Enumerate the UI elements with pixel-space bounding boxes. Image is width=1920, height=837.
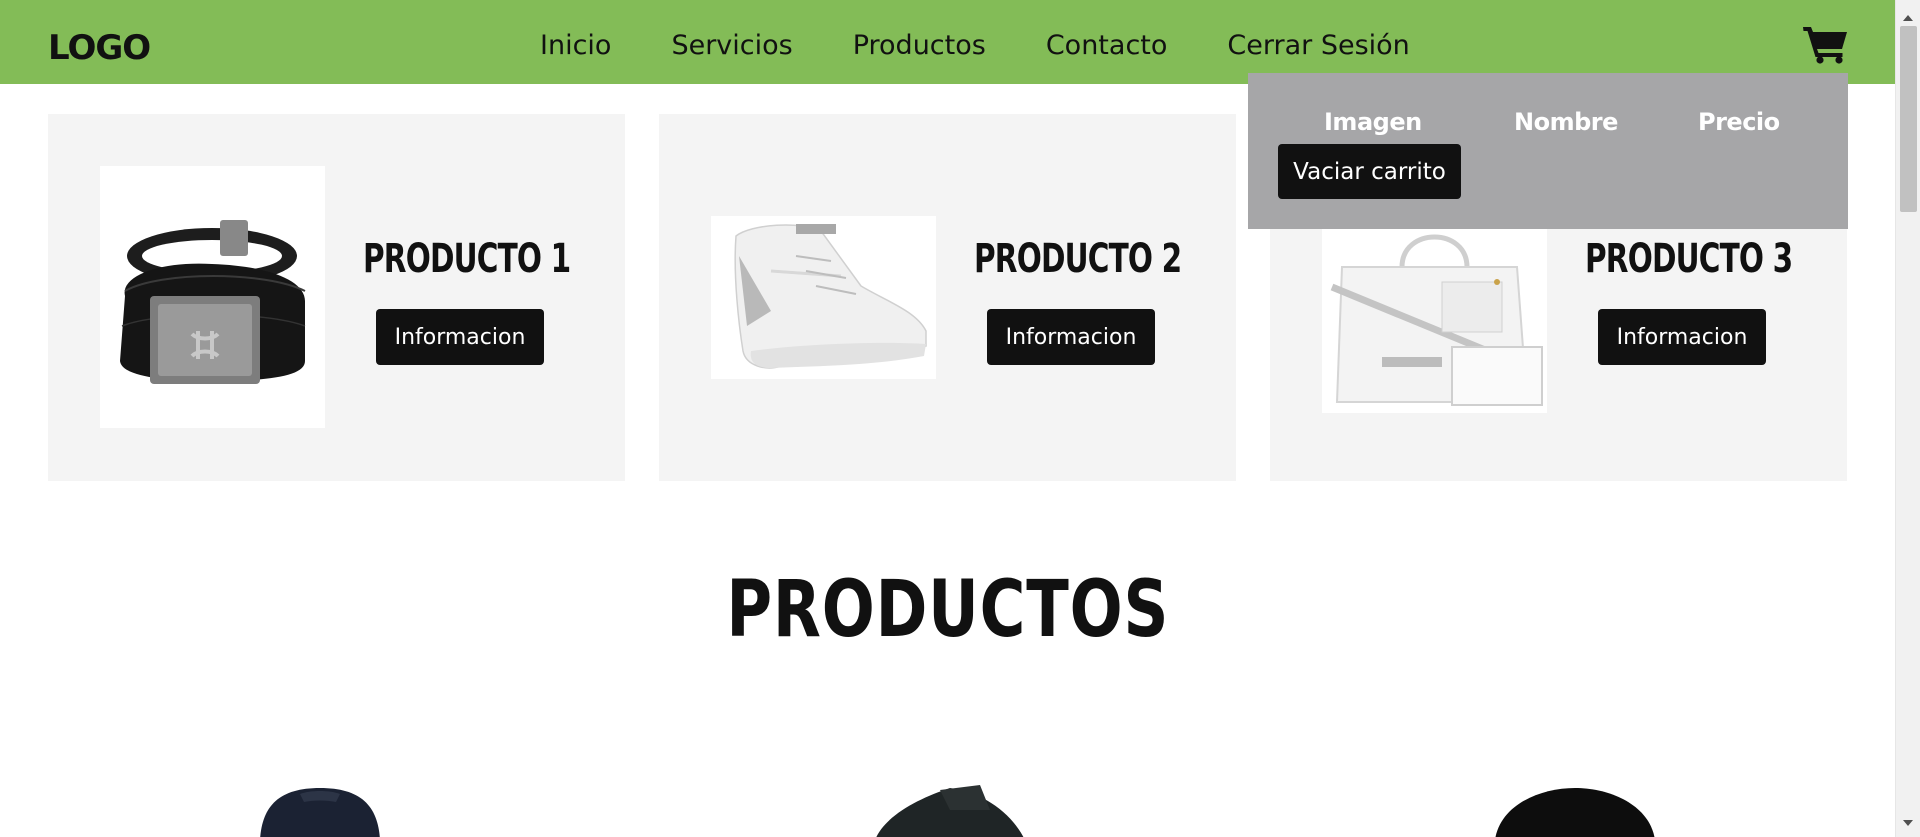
product-image-jacket-1 xyxy=(250,780,390,837)
nav-item-contacto[interactable]: Contacto xyxy=(1046,30,1168,61)
logo[interactable]: LOGO xyxy=(48,28,151,68)
cart-header-nombre: Nombre xyxy=(1514,108,1618,136)
info-button-2[interactable]: Informacion xyxy=(987,309,1155,365)
product-title: PRODUCTO 1 xyxy=(363,236,571,282)
product-title: PRODUCTO 3 xyxy=(1585,236,1793,282)
main-nav: Inicio Servicios Productos Contacto Cerr… xyxy=(540,30,1470,61)
scroll-up-arrow-icon[interactable] xyxy=(1903,15,1913,21)
scroll-down-arrow-icon[interactable] xyxy=(1903,820,1913,826)
product-card-2: PRODUCTO 2 Informacion xyxy=(659,114,1236,481)
page-scrollbar[interactable] xyxy=(1895,0,1920,837)
nav-item-productos[interactable]: Productos xyxy=(853,30,986,61)
nav-item-servicios[interactable]: Servicios xyxy=(671,30,792,61)
section-title: PRODUCTOS xyxy=(0,565,1895,655)
product-title: PRODUCTO 2 xyxy=(974,236,1182,282)
cart-header-precio: Precio xyxy=(1698,108,1780,136)
product-image-hoodie xyxy=(1490,780,1660,837)
bag-image xyxy=(1322,227,1547,413)
nav-item-cerrar-sesion[interactable]: Cerrar Sesión xyxy=(1227,30,1409,61)
section-title-text: PRODUCTOS xyxy=(726,565,1169,655)
nav-item-inicio[interactable]: Inicio xyxy=(540,30,611,61)
empty-cart-button[interactable]: Vaciar carrito xyxy=(1278,144,1461,199)
site-header: LOGO Inicio Servicios Productos Contacto… xyxy=(0,0,1895,84)
product-image-jacket-2 xyxy=(870,780,1030,837)
info-button-1[interactable]: Informacion xyxy=(376,309,544,365)
belt-image xyxy=(100,166,325,428)
shopping-cart-icon[interactable] xyxy=(1802,24,1850,64)
sneaker-image xyxy=(711,216,936,379)
info-button-3[interactable]: Informacion xyxy=(1598,309,1766,365)
product-card-1: PRODUCTO 1 Informacion xyxy=(48,114,625,481)
cart-dropdown: Imagen Nombre Precio Vaciar carrito xyxy=(1248,73,1848,229)
scroll-thumb[interactable] xyxy=(1900,26,1917,212)
cart-header-imagen: Imagen xyxy=(1324,108,1422,136)
